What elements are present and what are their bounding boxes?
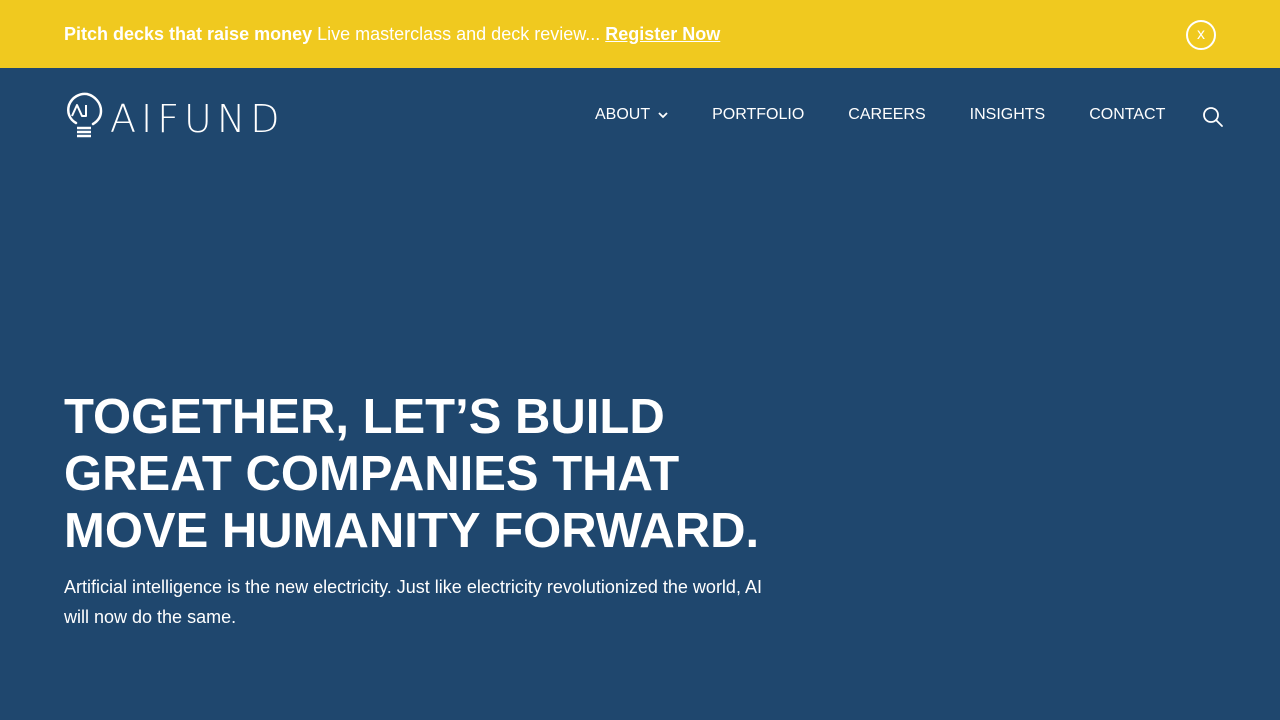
hero-subtitle: Artificial intelligence is the new elect…: [64, 577, 762, 627]
banner-description: Live masterclass and deck review...: [312, 24, 606, 44]
logo-wordmark: AIFUND: [110, 96, 285, 141]
aifund-logo[interactable]: AIFUND: [66, 92, 285, 145]
chevron-down-icon: [658, 111, 668, 119]
announcement-banner: Pitch decks that raise money Live master…: [0, 0, 1280, 68]
register-now-link[interactable]: Register Now: [605, 24, 720, 44]
nav-item-insights[interactable]: INSIGHTS: [970, 105, 1046, 125]
banner-message: Pitch decks that raise money Live master…: [64, 21, 720, 47]
lightbulb-icon: [66, 92, 104, 145]
nav-item-label: INSIGHTS: [969, 106, 1046, 123]
nav-item-contact[interactable]: CONTACT: [1089, 105, 1165, 125]
banner-headline: Pitch decks that raise money: [64, 24, 313, 44]
site-header: AIFUND ABOUT PORTFOLIO CAREERS INSIGHTS …: [0, 68, 1280, 164]
hero-title: TOGETHER, LET’S BUILD GREAT COMPANIES TH…: [64, 390, 760, 558]
nav-item-label: CAREERS: [848, 106, 926, 123]
search-icon[interactable]: [1202, 106, 1224, 128]
nav-item-label: CONTACT: [1089, 106, 1166, 123]
nav-item-careers[interactable]: CAREERS: [848, 105, 925, 125]
banner-close-button[interactable]: x: [1186, 20, 1216, 50]
nav-item-about[interactable]: ABOUT: [595, 105, 668, 125]
nav-item-portfolio[interactable]: PORTFOLIO: [712, 105, 804, 125]
nav-item-label: ABOUT: [595, 106, 651, 123]
nav-item-label: PORTFOLIO: [712, 106, 805, 123]
main-nav: ABOUT PORTFOLIO CAREERS INSIGHTS CONTACT: [595, 105, 1165, 125]
